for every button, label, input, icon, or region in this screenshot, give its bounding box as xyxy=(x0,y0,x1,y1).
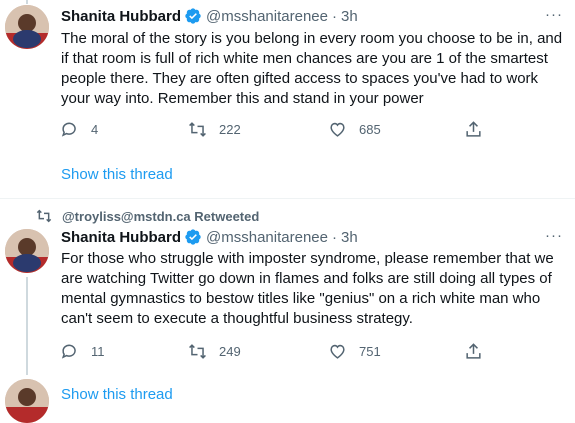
show-thread-link[interactable]: Show this thread xyxy=(61,166,173,183)
retweet-button[interactable]: 249 xyxy=(188,341,241,361)
tweet-2[interactable]: @troyliss@mstdn.ca Retweeted Shanita Hub… xyxy=(0,199,575,423)
verified-badge-icon xyxy=(184,228,202,246)
reply-count: 4 xyxy=(91,121,99,137)
author-name[interactable]: Shanita Hubbard xyxy=(61,229,181,246)
retweet-context: @troyliss@mstdn.ca Retweeted xyxy=(36,208,259,224)
tweet-actions: 11 249 751 xyxy=(60,341,530,361)
avatar[interactable] xyxy=(5,229,49,273)
more-options-button[interactable]: ··· xyxy=(545,6,563,23)
heart-icon xyxy=(330,344,345,359)
retweeted-by-label[interactable]: @troyliss@mstdn.ca Retweeted xyxy=(62,209,259,224)
avatar[interactable] xyxy=(5,5,49,49)
tweet-text: The moral of the story is you belong in … xyxy=(61,30,563,107)
show-thread-link[interactable]: Show this thread xyxy=(61,386,173,403)
thread-connector xyxy=(26,277,28,375)
verified-badge-icon xyxy=(184,7,202,25)
share-button[interactable] xyxy=(464,119,495,139)
like-count: 751 xyxy=(359,343,381,359)
retweet-count: 249 xyxy=(219,343,241,359)
separator-dot: · xyxy=(331,228,337,246)
reply-button[interactable]: 4 xyxy=(60,119,98,139)
retweet-button[interactable]: 222 xyxy=(188,119,241,139)
retweet-icon xyxy=(189,343,206,359)
author-handle[interactable]: @msshanitarenee xyxy=(206,8,328,25)
retweet-icon xyxy=(36,209,52,223)
like-button[interactable]: 751 xyxy=(328,341,381,361)
tweet-header: Shanita Hubbard @msshanitarenee · 3h xyxy=(61,227,358,247)
tweet-header: Shanita Hubbard @msshanitarenee · 3h xyxy=(61,6,358,26)
reply-button[interactable]: 11 xyxy=(60,341,105,361)
separator-dot: · xyxy=(331,7,337,25)
avatar[interactable] xyxy=(5,379,49,423)
author-handle[interactable]: @msshanitarenee xyxy=(206,229,328,246)
heart-icon xyxy=(330,122,345,137)
reply-count: 11 xyxy=(91,343,105,359)
reply-icon xyxy=(61,122,76,137)
thread-connector xyxy=(26,0,28,4)
tweet-1[interactable]: Shanita Hubbard @msshanitarenee · 3h ···… xyxy=(0,0,575,200)
share-icon xyxy=(466,120,481,137)
share-icon xyxy=(466,342,481,359)
tweet-actions: 4 222 685 xyxy=(60,119,530,139)
timestamp[interactable]: 3h xyxy=(341,8,358,25)
author-name[interactable]: Shanita Hubbard xyxy=(61,8,181,25)
timestamp[interactable]: 3h xyxy=(341,229,358,246)
share-button[interactable] xyxy=(464,341,495,361)
retweet-icon xyxy=(189,121,206,137)
reply-icon xyxy=(61,344,76,359)
more-options-button[interactable]: ··· xyxy=(545,227,563,244)
retweet-count: 222 xyxy=(219,121,241,137)
like-button[interactable]: 685 xyxy=(328,119,381,139)
tweet-text: For those who struggle with imposter syn… xyxy=(61,250,554,327)
like-count: 685 xyxy=(359,121,381,137)
